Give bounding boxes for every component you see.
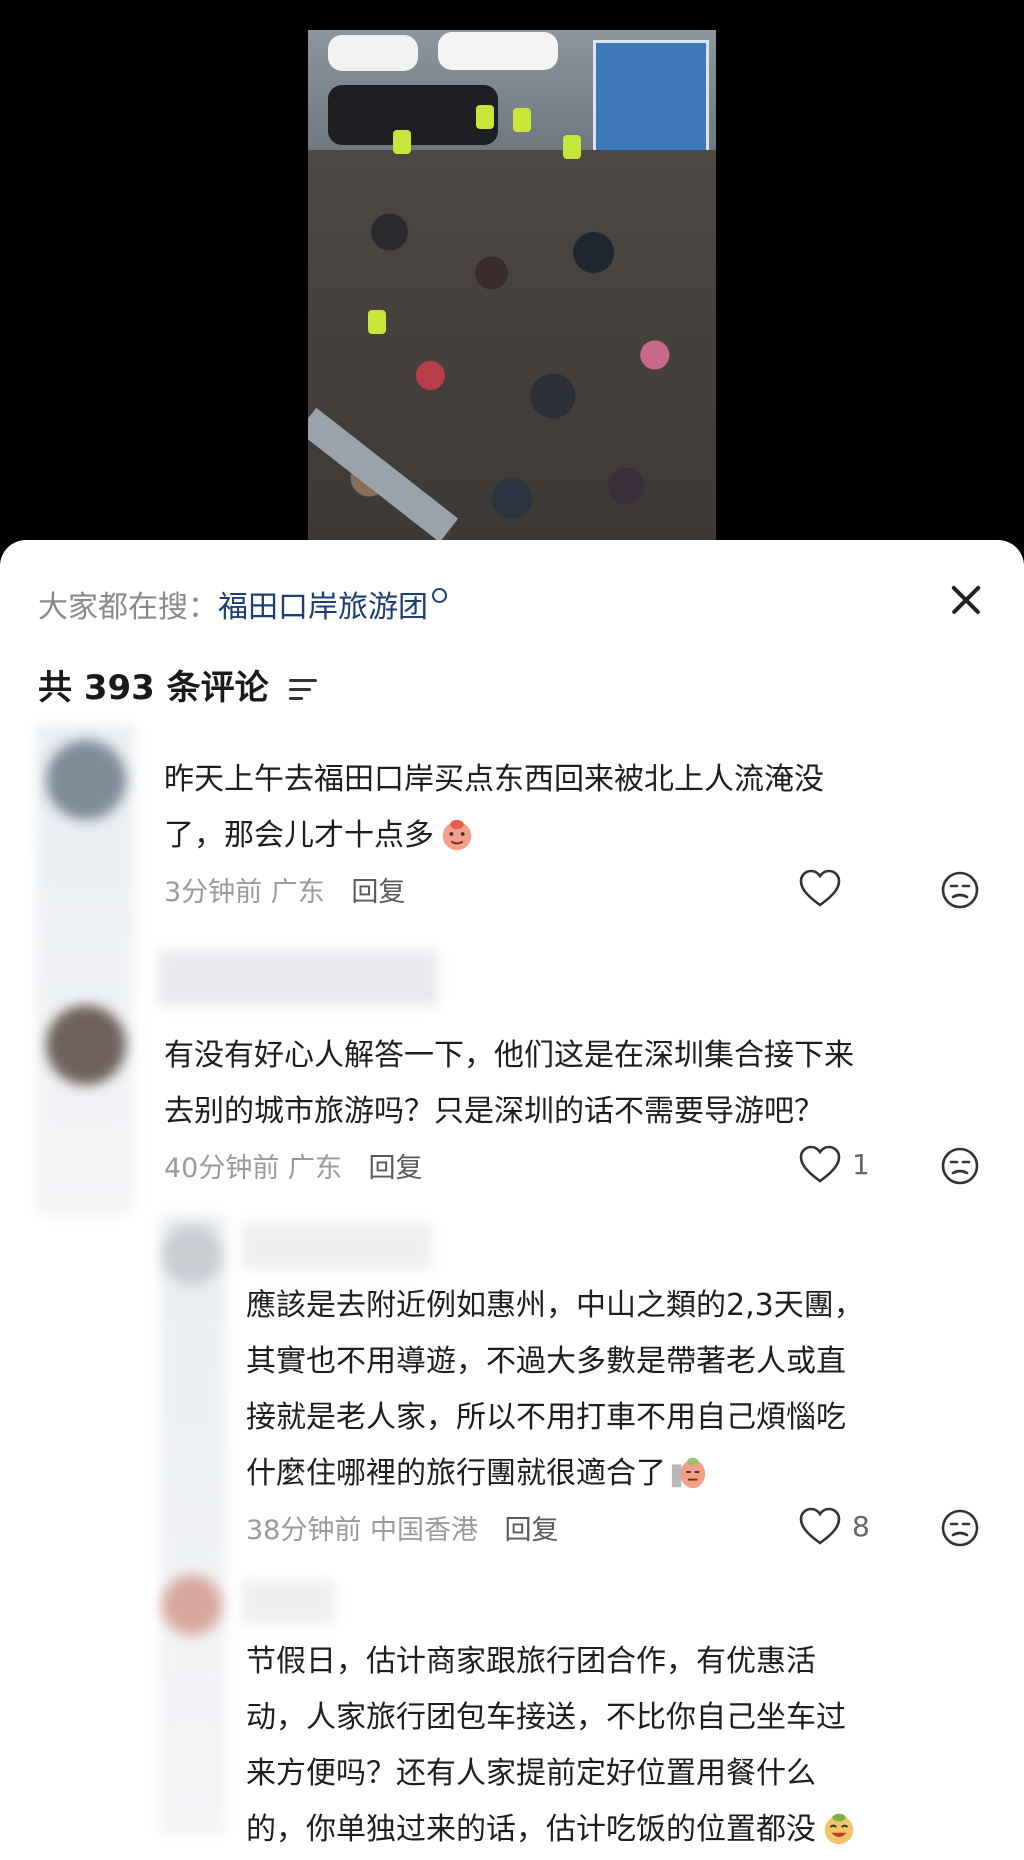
like-count: 8 — [852, 1509, 870, 1543]
reply-avatar-column — [160, 1215, 226, 1835]
search-suggestion-keyword[interactable]: 福田口岸旅游团 — [218, 590, 428, 625]
heart-icon — [799, 869, 841, 907]
reply-button[interactable]: 回复 — [351, 877, 405, 908]
comment-time: 3分钟前 — [164, 877, 263, 908]
sort-icon[interactable] — [288, 679, 317, 701]
video-vest — [393, 130, 411, 154]
comment-text-line: 其實也不用導遊，不過大多數是帶著老人或直 — [246, 1344, 846, 1379]
video-player[interactable] — [0, 0, 1024, 560]
username[interactable] — [242, 1223, 432, 1269]
heart-icon — [799, 1145, 841, 1183]
comment-count: 共 393 条评论 — [38, 660, 317, 709]
video-frame-crowd-image — [308, 30, 716, 560]
comment-text-line: 昨天上午去福田口岸买点东西回来被北上人流淹没 — [164, 762, 824, 797]
avatar[interactable] — [162, 1225, 222, 1285]
video-car — [438, 32, 558, 70]
search-suggestion-prefix: 大家都在搜： — [38, 590, 218, 625]
video-crowd — [308, 150, 716, 560]
video-vest — [513, 108, 531, 132]
comment-text: 了，那会儿才十点多 — [164, 818, 434, 853]
reply-button[interactable]: 回复 — [505, 1515, 559, 1546]
comment-text-line: 什麼住哪裡的旅行團就很適合了 — [246, 1446, 708, 1502]
video-vest — [476, 105, 494, 129]
comment-meta: 3分钟前 广东 回复 — [164, 870, 405, 909]
close-icon[interactable] — [944, 578, 988, 622]
comment-sheet: 大家都在搜：福田口岸旅游团 共 393 条评论 昨天上午去福田口岸买点东西回来被… — [0, 540, 1024, 1860]
comment-text: 什麼住哪裡的旅行團就很適合了 — [246, 1456, 666, 1491]
like-button[interactable] — [798, 868, 842, 908]
comment-text-line: 有没有好心人解答一下，他们这是在深圳集合接下来 — [164, 1038, 854, 1073]
like-button[interactable]: 1 — [798, 1144, 870, 1184]
comment-meta: 40分钟前 广东 回复 — [164, 1146, 423, 1185]
comment-text: 的，你单独过来的话，估计吃饭的位置都没 — [246, 1812, 816, 1847]
comment-meta: 38分钟前 中国香港 回复 — [246, 1508, 559, 1547]
comment-time: 40分钟前 — [164, 1153, 280, 1184]
like-count: 1 — [852, 1147, 870, 1181]
avatar[interactable] — [46, 1005, 126, 1085]
avatar[interactable] — [46, 740, 126, 820]
shy-emoji-icon — [442, 819, 472, 850]
dislike-face-icon[interactable] — [940, 870, 980, 910]
search-icon — [432, 588, 447, 603]
comment-count-label: 共 393 条评论 — [38, 668, 269, 708]
comment-text-line: 来方便吗？还有人家提前定好位置用餐什么 — [246, 1756, 816, 1791]
comment-location: 中国香港 — [369, 1515, 478, 1546]
avatar[interactable] — [162, 1575, 222, 1635]
comment-text-line: 节假日，估计商家跟旅行团合作，有优惠活 — [246, 1644, 816, 1679]
video-car — [328, 35, 418, 71]
comment-text-line: 动，人家旅行团包车接送，不比你自己坐车过 — [246, 1700, 846, 1735]
comment-text-line: 應該是去附近例如惠州，中山之類的2,3天團， — [246, 1288, 864, 1323]
comment-text-line: 了，那会儿才十点多 — [164, 808, 476, 864]
video-vest — [368, 310, 386, 334]
username[interactable] — [242, 1580, 334, 1624]
comment-location: 广东 — [287, 1153, 342, 1184]
dislike-face-icon[interactable] — [940, 1508, 980, 1548]
video-vest — [563, 135, 581, 159]
comment-text-line: 接就是老人家，所以不用打車不用自己煩惱吃 — [246, 1400, 846, 1435]
laugh-emoji-icon — [824, 1813, 854, 1844]
heart-icon — [799, 1507, 841, 1545]
like-button[interactable]: 8 — [798, 1506, 870, 1546]
comment-text-line: 去别的城市旅游吗？只是深圳的话不需要导游吧？ — [164, 1094, 824, 1129]
comment-text-line: 的，你单独过来的话，估计吃饭的位置都没 — [246, 1802, 858, 1858]
comment-time: 38分钟前 — [246, 1515, 362, 1546]
comment-location: 广东 — [270, 877, 325, 908]
search-suggestion[interactable]: 大家都在搜：福田口岸旅游团 — [38, 582, 447, 626]
smirk-emoji-icon — [671, 1457, 706, 1488]
video-car — [328, 85, 498, 145]
username[interactable] — [158, 950, 438, 1006]
reply-button[interactable]: 回复 — [369, 1153, 423, 1184]
dislike-face-icon[interactable] — [940, 1146, 980, 1186]
